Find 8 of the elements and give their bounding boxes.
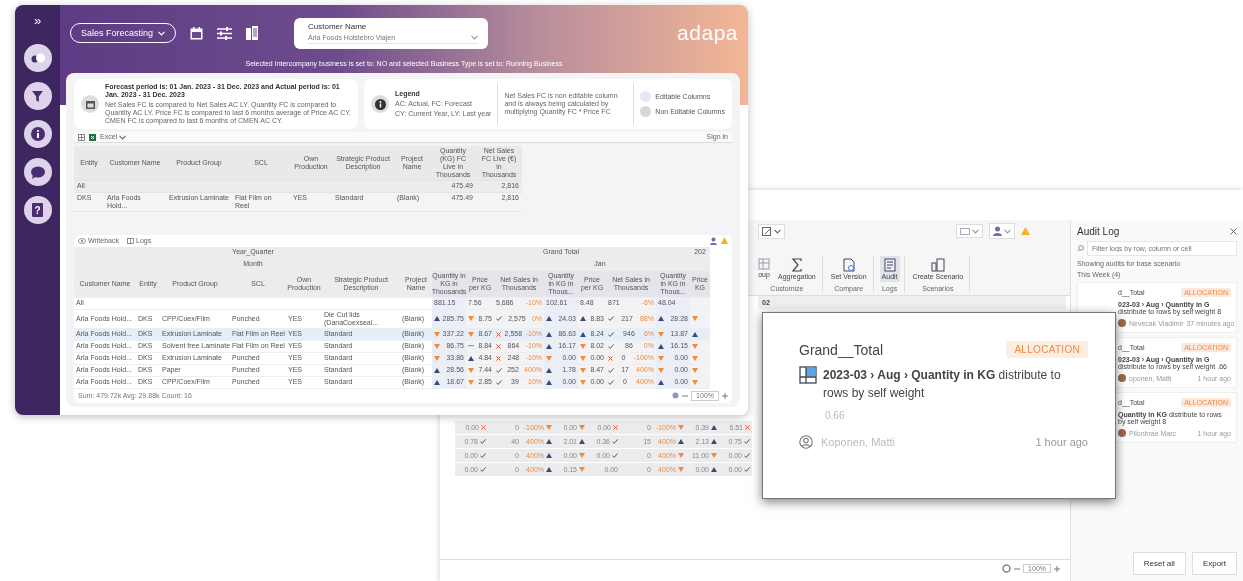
panel-title: Audit Log	[1077, 226, 1120, 237]
entry-value: 0.66	[825, 410, 846, 421]
user-name: Koponen, Matti	[821, 436, 895, 448]
allocation-badge: ALLOCATION	[1006, 341, 1088, 358]
entry-title: Grand__Total	[799, 341, 884, 358]
filter-label: Customer Name	[308, 21, 368, 31]
logo: adapa	[677, 21, 738, 45]
entry-text: 2023-03 › Aug › Quantity in KG distribute to rows by self weight	[823, 367, 1062, 402]
